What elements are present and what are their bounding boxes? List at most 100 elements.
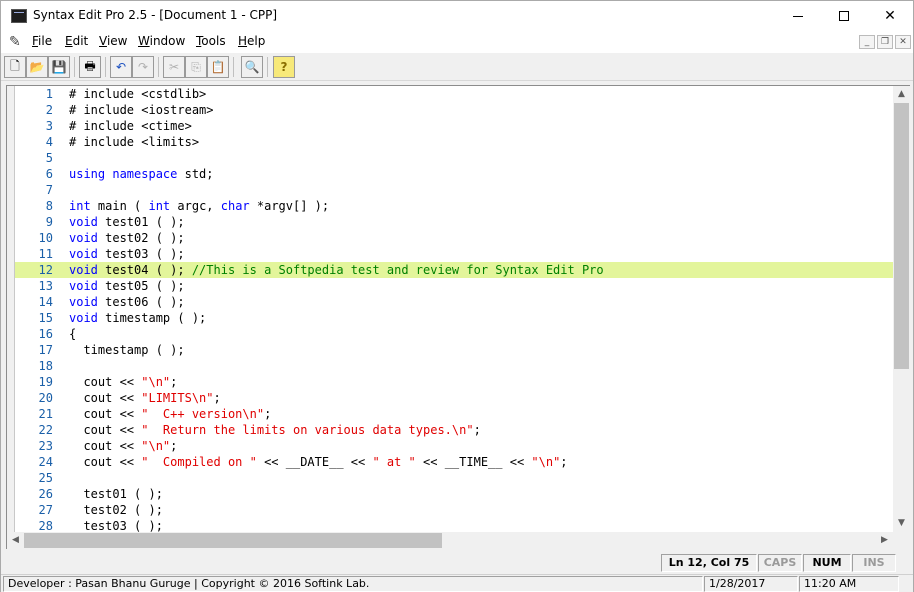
caps-lock-indicator: CAPS [758,554,802,572]
code-line[interactable]: 25 [15,470,893,486]
scroll-right-icon[interactable]: ▶ [876,532,893,549]
save-button[interactable]: 💾 [48,56,70,78]
keyword-token: void [69,215,98,229]
keyword-token: void [69,247,98,261]
line-number: 9 [45,215,53,229]
new-document-button[interactable]: 🗋 [4,56,26,78]
string-token: "\n" [141,439,171,453]
code-line[interactable]: 14 void test06 ( ); [15,294,893,310]
vertical-scroll-thumb[interactable] [894,103,909,369]
undo-icon: ↶ [115,60,127,74]
code-line[interactable]: 26 test01 ( ); [15,486,893,502]
code-token: timestamp ( ); [69,343,185,357]
code-editor[interactable]: 1 # include <cstdlib> 2 # include <iostream… [6,85,910,549]
code-line[interactable]: 24 cout << " Compiled on " << __DATE__ <… [15,454,893,470]
code-area[interactable]: 1 # include <cstdlib> 2 # include <iostream… [15,86,893,532]
mdi-close-button[interactable]: ✕ [895,35,911,49]
code-line[interactable]: 13 void test05 ( ); [15,278,893,294]
code-token: # include <iostream> [69,103,214,117]
line-number: 17 [38,343,53,357]
code-token: cout << [69,375,142,389]
menu-window[interactable]: Window [138,34,185,48]
menu-edit[interactable]: Edit [65,34,88,48]
menu-bar: ✎ File Edit View Window Tools Help _ ❐ ✕ [1,31,913,53]
code-line[interactable]: 5 [15,150,893,166]
code-line[interactable]: 8 int main ( int argc, char *argv[] ); [15,198,893,214]
menu-help[interactable]: Help [238,34,265,48]
code-line[interactable]: 10 void test02 ( ); [15,230,893,246]
code-line[interactable]: 2 # include <iostream> [15,102,893,118]
close-button[interactable]: ✕ [867,1,913,31]
code-line[interactable]: 21 cout << " C++ version\n"; [15,406,893,422]
code-line[interactable]: 6 using namespace std; [15,166,893,182]
code-line[interactable]: 1 # include <cstdlib> [15,86,893,102]
code-token: { [69,327,77,341]
line-number: 12 [38,263,53,277]
code-line[interactable]: 16 { [15,326,893,342]
undo-button[interactable]: ↶ [110,56,132,78]
keyword-token: char [220,199,250,213]
toolbar-separator [158,57,159,77]
maximize-button[interactable] [821,1,867,31]
menu-tools[interactable]: Tools [196,34,226,48]
code-token: cout << [69,455,142,469]
code-token: test05 ( ); [97,279,185,293]
scroll-left-icon[interactable]: ◀ [7,532,24,549]
redo-button[interactable]: ↷ [132,56,154,78]
menu-view[interactable]: View [99,34,127,48]
line-number: 10 [38,231,53,245]
string-token: " Compiled on " [141,455,257,469]
keyword-token: void [69,311,98,325]
mdi-restore-button[interactable]: ❐ [877,35,893,49]
string-token: "\n" [141,375,171,389]
code-line[interactable]: 22 cout << " Return the limits on variou… [15,422,893,438]
line-text: cout << " C++ version\n"; [69,406,271,422]
document-pen-icon[interactable]: ✎ [9,34,21,50]
code-line[interactable]: 20 cout << "LIMITS\n"; [15,390,893,406]
menu-file[interactable]: File [32,34,52,48]
app-terminal-icon [11,9,27,23]
code-line[interactable]: 17 timestamp ( ); [15,342,893,358]
copy-icon: ⎘ [191,59,201,74]
keyword-token: int [148,199,171,213]
code-line[interactable]: 11 void test03 ( ); [15,246,893,262]
line-text: void test02 ( ); [69,230,185,246]
minimize-icon [793,15,803,17]
code-token: cout << [69,423,142,437]
code-line[interactable]: 12 void test04 ( ); //This is a Softpedia… [15,262,893,278]
redo-icon: ↷ [137,60,149,74]
code-line[interactable]: 28 test03 ( ); [15,518,893,532]
code-token: ; [170,439,178,453]
copy-button[interactable]: ⎘ [185,56,207,78]
horizontal-scroll-thumb[interactable] [24,533,442,548]
code-line[interactable]: 7 [15,182,893,198]
code-line[interactable]: 18 [15,358,893,374]
code-line[interactable]: 23 cout << "\n"; [15,438,893,454]
paste-button[interactable]: 📋 [207,56,229,78]
code-line[interactable]: 4 # include <limits> [15,134,893,150]
code-line[interactable]: 15 void timestamp ( ); [15,310,893,326]
line-text: void test05 ( ); [69,278,185,294]
cut-button[interactable]: ✂ [163,56,185,78]
string-token: "\n" [531,455,561,469]
code-line[interactable]: 3 # include <ctime> [15,118,893,134]
vertical-scrollbar[interactable]: ▲ ▼ [893,86,910,532]
open-button[interactable]: 📂 [26,56,48,78]
code-line[interactable]: 27 test02 ( ); [15,502,893,518]
help-button[interactable]: ? [273,56,295,78]
line-number: 16 [38,327,53,341]
scroll-down-icon[interactable]: ▼ [893,515,910,532]
title-bar[interactable]: Syntax Edit Pro 2.5 - [Document 1 - CPP]… [1,1,913,31]
find-button[interactable]: 🔍 [241,56,263,78]
line-text: cout << " Compiled on " << __DATE__ << "… [69,454,568,470]
line-text: int main ( int argc, char *argv[] ); [69,198,329,214]
line-number: 28 [38,519,53,532]
code-token: ; [560,455,568,469]
scroll-up-icon[interactable]: ▲ [893,86,910,103]
print-button[interactable]: 🖶 [79,56,101,78]
minimize-button[interactable] [775,1,821,31]
mdi-minimize-button[interactable]: _ [859,35,875,49]
code-line[interactable]: 9 void test01 ( ); [15,214,893,230]
horizontal-scrollbar[interactable]: ◀ ▶ [7,532,893,549]
code-line[interactable]: 19 cout << "\n"; [15,374,893,390]
